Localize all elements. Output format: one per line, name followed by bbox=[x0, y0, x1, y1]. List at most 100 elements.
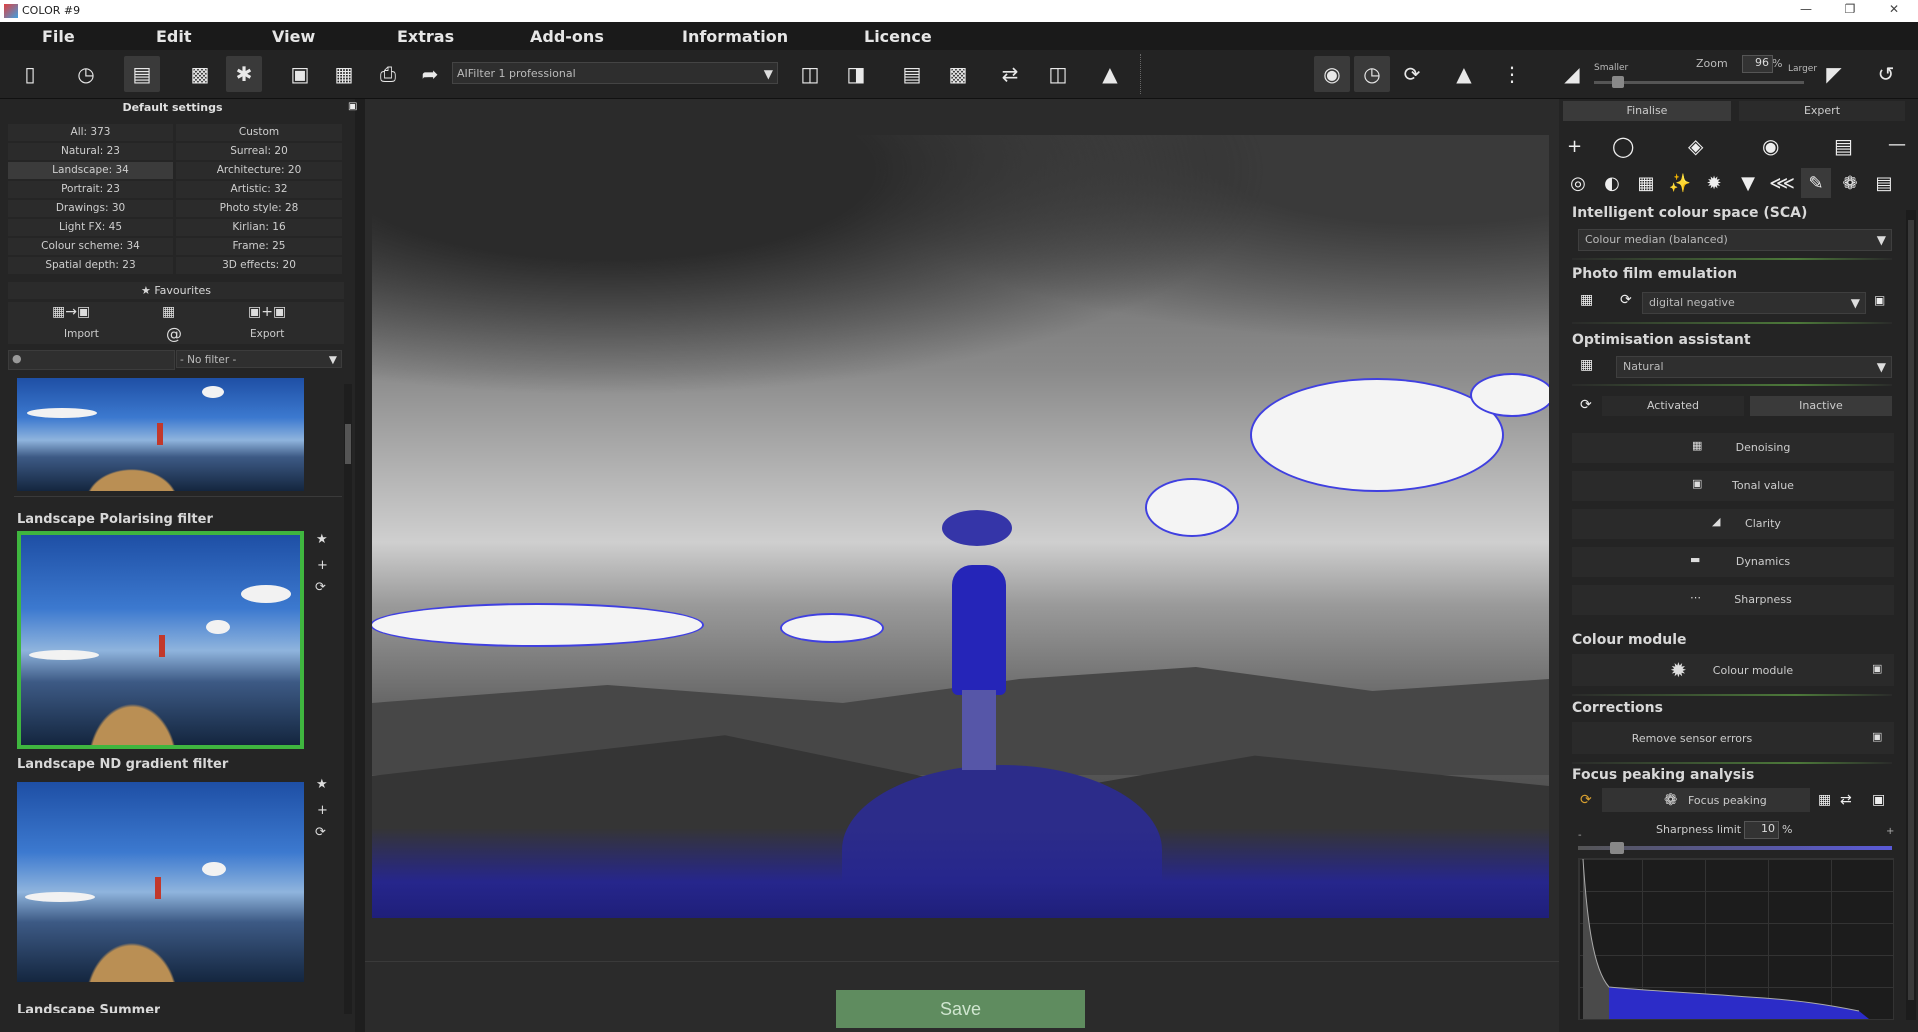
batch-save-icon[interactable]: ▦ bbox=[326, 56, 362, 92]
save-icon[interactable]: ▣ bbox=[282, 56, 318, 92]
grid-settings-icon[interactable]: ▦ bbox=[162, 304, 175, 320]
grid-icon[interactable]: ▦ bbox=[1580, 357, 1593, 373]
reset-icon[interactable]: ⟳ bbox=[1580, 397, 1592, 413]
right-scrollbar[interactable] bbox=[1906, 210, 1916, 1020]
grid-icon[interactable]: ▦ bbox=[1580, 292, 1593, 308]
optim-dynamics[interactable]: ▬ Dynamics bbox=[1572, 547, 1894, 577]
sharpness-slider[interactable] bbox=[1578, 846, 1892, 850]
printer-icon[interactable]: ▩ bbox=[940, 56, 976, 92]
compare-icon[interactable]: ◫ bbox=[792, 56, 828, 92]
preset-label-nd-gradient[interactable]: Landscape ND gradient filter bbox=[17, 757, 228, 772]
search-icon[interactable]: ◯ bbox=[1612, 134, 1634, 158]
export-icon[interactable]: ▣ bbox=[1872, 792, 1885, 808]
search-input[interactable]: ● bbox=[8, 350, 175, 370]
remove-sensor-errors-button[interactable]: Remove sensor errors ▣ bbox=[1572, 722, 1894, 754]
colour-wheel-icon[interactable]: ◉ bbox=[1762, 134, 1779, 158]
histogram-icon[interactable]: ▲ bbox=[1092, 56, 1128, 92]
menu-file[interactable]: File bbox=[42, 27, 75, 46]
favourite-star-icon[interactable]: ★ bbox=[316, 777, 328, 792]
tab-expert[interactable]: Expert bbox=[1739, 101, 1905, 121]
menu-edit[interactable]: Edit bbox=[156, 27, 192, 46]
expand-icon[interactable]: ▣ bbox=[1872, 730, 1882, 743]
optim-activated-button[interactable]: Activated bbox=[1602, 396, 1744, 416]
preset-thumbnail-nd-gradient[interactable] bbox=[17, 782, 304, 982]
sharpness-slider-handle[interactable] bbox=[1610, 842, 1624, 854]
optim-inactive-button[interactable]: Inactive bbox=[1750, 396, 1892, 416]
add-icon[interactable]: + bbox=[317, 803, 328, 818]
info-panel-icon[interactable]: ◫ bbox=[1040, 56, 1076, 92]
preset-label-summer[interactable]: Landscape Summer bbox=[17, 1003, 160, 1013]
preset-thumbnail-1[interactable] bbox=[17, 378, 304, 491]
sharpness-limit-input[interactable]: 10 bbox=[1744, 821, 1779, 839]
split-view-icon[interactable]: ▲ bbox=[1446, 56, 1482, 92]
category-item[interactable]: Light FX: 45 bbox=[8, 219, 173, 236]
scrollbar-thumb[interactable] bbox=[345, 424, 351, 464]
menu-information[interactable]: Information bbox=[682, 27, 788, 46]
category-item[interactable]: Portrait: 23 bbox=[8, 181, 173, 198]
new-file-icon[interactable]: ▯ bbox=[12, 56, 48, 92]
share-icon[interactable]: ➦ bbox=[412, 56, 448, 92]
ai-filter-select[interactable]: AIFilter 1 professional ▼ bbox=[452, 62, 778, 84]
film-detach-icon[interactable]: ▣ bbox=[1874, 293, 1885, 307]
menu-addons[interactable]: Add-ons bbox=[530, 27, 604, 46]
filter-select[interactable]: - No filter - ▼ bbox=[176, 350, 342, 368]
menu-view[interactable]: View bbox=[272, 27, 315, 46]
category-item[interactable]: Artistic: 32 bbox=[176, 181, 342, 198]
add-icon[interactable]: + bbox=[1567, 136, 1582, 157]
preset-label-polarising[interactable]: Landscape Polarising filter bbox=[17, 512, 213, 527]
optim-clarity[interactable]: ◢ Clarity bbox=[1572, 509, 1894, 539]
apply-icon[interactable]: ⟳ bbox=[315, 580, 326, 595]
module-aperture-icon[interactable]: ❁ bbox=[1835, 168, 1865, 198]
add-icon[interactable]: + bbox=[317, 558, 328, 573]
category-item[interactable]: Custom bbox=[176, 124, 342, 141]
category-item[interactable]: 3D effects: 20 bbox=[176, 257, 342, 274]
document-icon[interactable]: ▤ bbox=[894, 56, 930, 92]
preview-image[interactable] bbox=[372, 135, 1549, 918]
reset-icon[interactable]: ⟳ bbox=[1620, 292, 1632, 308]
history-icon[interactable]: ◷ bbox=[68, 56, 104, 92]
export-label[interactable]: Export bbox=[250, 328, 284, 340]
import-label[interactable]: Import bbox=[64, 328, 99, 340]
category-item[interactable]: Architecture: 20 bbox=[176, 162, 342, 179]
zoom-slider-handle[interactable] bbox=[1612, 76, 1624, 88]
film-select[interactable]: digital negative ▼ bbox=[1642, 292, 1866, 314]
category-item[interactable]: Drawings: 30 bbox=[8, 200, 173, 217]
timer-icon[interactable]: ◷ bbox=[1354, 56, 1390, 92]
at-icon[interactable]: @ bbox=[166, 324, 182, 343]
module-curves-icon[interactable]: ⋘ bbox=[1767, 168, 1797, 198]
module-document-icon[interactable]: ▤ bbox=[1869, 168, 1899, 198]
detach-icon[interactable]: ▣ bbox=[348, 101, 357, 112]
expand-icon[interactable]: ▣ bbox=[1872, 662, 1882, 675]
close-icon[interactable]: ✕ bbox=[1874, 2, 1914, 16]
colour-module-button[interactable]: ✹ Colour module ▣ bbox=[1572, 654, 1894, 686]
overlay-icon[interactable]: ▦ bbox=[1818, 792, 1831, 808]
minus-icon[interactable]: — bbox=[1888, 134, 1906, 155]
scrollbar-thumb[interactable] bbox=[1908, 220, 1914, 1000]
crop-larger-icon[interactable]: ◤ bbox=[1816, 56, 1852, 92]
category-item[interactable]: All: 373 bbox=[8, 124, 173, 141]
print-icon[interactable]: ⎙ bbox=[370, 56, 406, 92]
optim-select[interactable]: Natural ▼ bbox=[1616, 356, 1892, 378]
focus-reset-icon[interactable]: ⟳ bbox=[1580, 792, 1592, 808]
category-item[interactable]: Colour scheme: 34 bbox=[8, 238, 173, 255]
rotate-crop-icon[interactable]: ↺ bbox=[1868, 56, 1904, 92]
category-item[interactable]: Natural: 23 bbox=[8, 143, 173, 160]
save-button[interactable]: Save bbox=[836, 990, 1085, 1028]
sca-select[interactable]: Colour median (balanced) ▼ bbox=[1578, 229, 1892, 251]
module-noise-icon[interactable]: ▦ bbox=[1631, 168, 1661, 198]
layers-icon[interactable]: ▤ bbox=[1834, 134, 1853, 158]
presets-icon[interactable]: ▤ bbox=[124, 56, 160, 92]
apply-icon[interactable]: ⟳ bbox=[315, 825, 326, 840]
left-scrollbar[interactable] bbox=[344, 384, 352, 1014]
navigate-icon[interactable]: ◈ bbox=[1688, 134, 1703, 158]
favourite-star-icon[interactable]: ★ bbox=[316, 532, 328, 547]
dotted-split-icon[interactable]: ⋮ bbox=[1494, 56, 1530, 92]
swap-icon[interactable]: ⇄ bbox=[1840, 792, 1852, 808]
export-icon[interactable]: ▣+▣ bbox=[248, 304, 286, 320]
import-icon[interactable]: ▦→▣ bbox=[52, 304, 90, 320]
preview-eye-icon[interactable]: ◉ bbox=[1314, 56, 1350, 92]
category-item[interactable]: Photo style: 28 bbox=[176, 200, 342, 217]
optim-tonal-value[interactable]: ▣ Tonal value bbox=[1572, 471, 1894, 501]
module-filter-icon[interactable]: ▼ bbox=[1733, 168, 1763, 198]
settings-gear-icon[interactable]: ✱ bbox=[226, 56, 262, 92]
